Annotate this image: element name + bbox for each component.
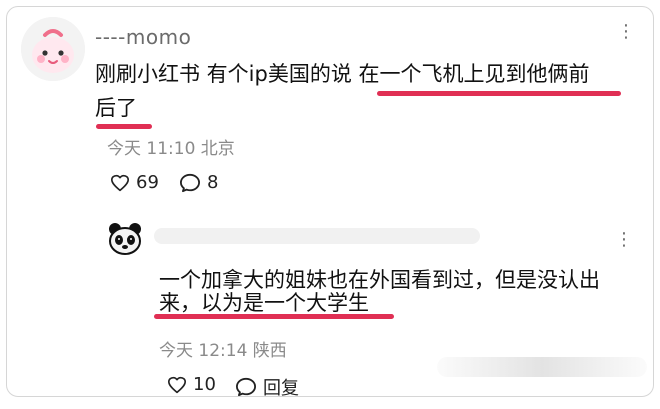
comment-time-location: 今天 11:10 北京 bbox=[107, 139, 235, 159]
like-count: 69 bbox=[136, 172, 159, 193]
red-underline-highlight bbox=[154, 314, 394, 319]
comment-username[interactable]: ----momo bbox=[95, 25, 191, 49]
like-button[interactable]: 10 bbox=[167, 374, 216, 395]
like-button[interactable]: 69 bbox=[110, 172, 159, 193]
reply-label: 回复 bbox=[263, 378, 299, 397]
heart-icon bbox=[110, 174, 130, 192]
heart-icon bbox=[167, 376, 187, 394]
comment-text-line-1: 刚刷小红书 有个ip美国的说 在一个飞机上见到他俩前 bbox=[95, 62, 590, 86]
more-vertical-icon[interactable]: ⋮ bbox=[617, 21, 635, 42]
reply-count: 8 bbox=[207, 172, 219, 193]
user-avatar[interactable] bbox=[107, 222, 143, 258]
reply-button[interactable]: 回复 bbox=[235, 374, 299, 397]
blurred-username bbox=[154, 228, 480, 244]
comment-bubble-icon bbox=[179, 173, 201, 193]
more-vertical-icon[interactable]: ⋮ bbox=[615, 229, 633, 250]
comment-thread-card: ----momo ⋮ 刚刷小红书 有个ip美国的说 在一个飞机上见到他俩前 后了… bbox=[6, 6, 654, 397]
red-underline-highlight bbox=[96, 124, 152, 129]
comment-text-line-2: 后了 bbox=[95, 96, 137, 120]
blurred-watermark bbox=[437, 357, 647, 377]
red-underline-highlight bbox=[377, 91, 621, 96]
user-avatar[interactable] bbox=[21, 17, 85, 81]
comment-bubble-icon bbox=[235, 377, 257, 396]
reply-button[interactable]: 8 bbox=[179, 172, 218, 193]
like-count: 10 bbox=[193, 374, 216, 395]
comment-time-location: 今天 12:14 陕西 bbox=[159, 341, 287, 361]
